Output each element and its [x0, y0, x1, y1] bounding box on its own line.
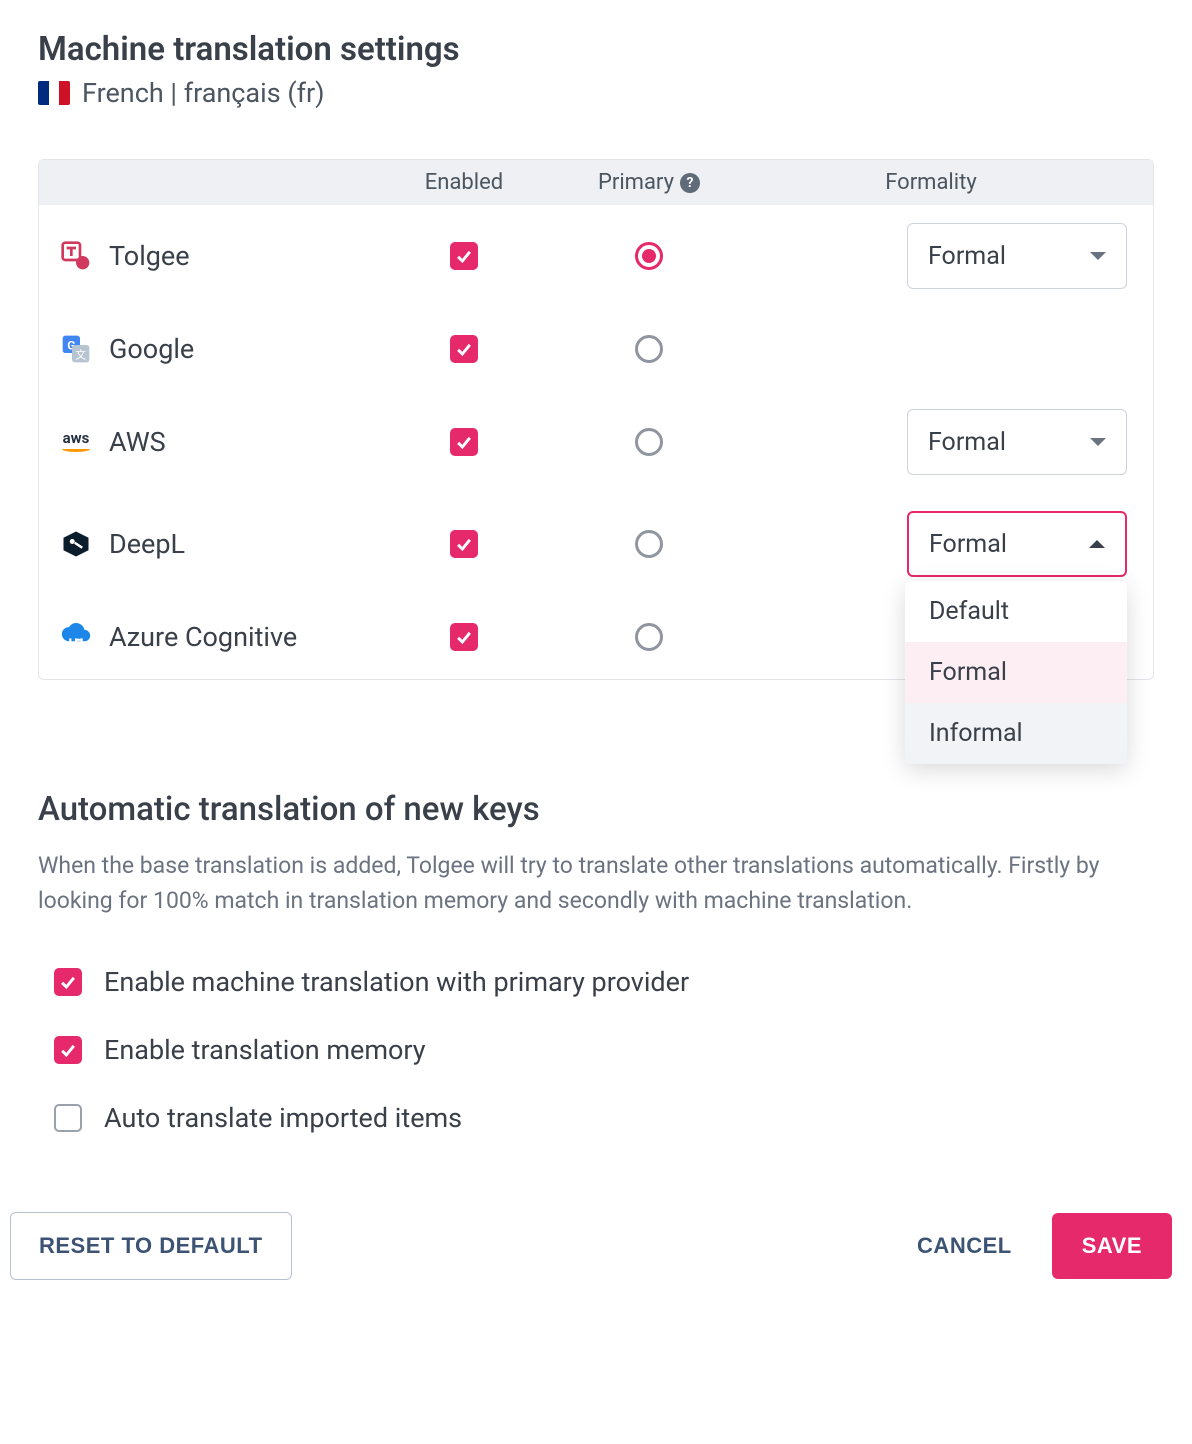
auto-option-checkbox[interactable] [54, 1104, 82, 1132]
formality-select[interactable]: Formal [907, 511, 1127, 577]
enabled-checkbox[interactable] [450, 242, 478, 270]
primary-radio[interactable] [635, 623, 663, 651]
auto-option-checkbox[interactable] [54, 1036, 82, 1064]
chevron-down-icon [1090, 252, 1106, 260]
enabled-checkbox[interactable] [450, 530, 478, 558]
auto-option-row: Auto translate imported items [54, 1084, 1154, 1152]
formality-option[interactable]: Formal [905, 642, 1127, 703]
column-formality: Formality [749, 170, 1133, 195]
provider-name: Tolgee [109, 240, 190, 272]
formality-select[interactable]: Formal [907, 223, 1127, 289]
language-label: French | français (fr) [82, 77, 325, 109]
svg-text:文: 文 [75, 348, 86, 361]
provider-name: AWS [109, 426, 166, 458]
column-primary-label: Primary [598, 170, 674, 195]
formality-value: Formal [928, 428, 1006, 457]
aws-icon: aws [59, 425, 93, 459]
auto-option-row: Enable machine translation with primary … [54, 948, 1154, 1016]
auto-option-label: Enable machine translation with primary … [104, 966, 689, 998]
column-enabled: Enabled [379, 170, 549, 195]
table-row: aws AWS Formal [39, 391, 1153, 493]
page-title: Machine translation settings [38, 30, 1182, 69]
column-primary: Primary ? [549, 170, 749, 195]
help-icon[interactable]: ? [680, 173, 700, 193]
tolgee-icon [59, 239, 93, 273]
save-button[interactable]: SAVE [1052, 1213, 1172, 1279]
auto-section-description: When the base translation is added, Tolg… [38, 849, 1154, 918]
provider-name: Google [109, 333, 194, 365]
auto-option-label: Enable translation memory [104, 1034, 426, 1066]
language-subtitle: French | français (fr) [38, 77, 1182, 109]
cancel-button[interactable]: CANCEL [907, 1221, 1022, 1271]
formality-select[interactable]: Formal [907, 409, 1127, 475]
primary-radio[interactable] [635, 530, 663, 558]
chevron-up-icon [1089, 540, 1105, 548]
auto-section-title: Automatic translation of new keys [38, 790, 1154, 829]
formality-dropdown-menu: DefaultFormalInformal [905, 581, 1127, 764]
primary-radio[interactable] [635, 242, 663, 270]
enabled-checkbox[interactable] [450, 428, 478, 456]
chevron-down-icon [1090, 438, 1106, 446]
auto-option-checkbox[interactable] [54, 968, 82, 996]
flag-icon [38, 81, 70, 105]
table-row: G文 Google [39, 307, 1153, 391]
footer-actions: RESET TO DEFAULT CANCEL SAVE [10, 1212, 1182, 1280]
reset-to-default-button[interactable]: RESET TO DEFAULT [10, 1212, 292, 1280]
formality-value: Formal [928, 242, 1006, 271]
deepl-icon [59, 527, 93, 561]
formality-option[interactable]: Default [905, 581, 1127, 642]
table-header: Enabled Primary ? Formality [39, 160, 1153, 205]
table-row: DeepLFormalDefaultFormalInformal [39, 493, 1153, 595]
table-row: Tolgee Formal [39, 205, 1153, 307]
primary-radio[interactable] [635, 428, 663, 456]
enabled-checkbox[interactable] [450, 623, 478, 651]
provider-name: DeepL [109, 528, 185, 560]
provider-name: Azure Cognitive [109, 621, 297, 653]
enabled-checkbox[interactable] [450, 335, 478, 363]
primary-radio[interactable] [635, 335, 663, 363]
google-icon: G文 [59, 332, 93, 366]
providers-table: Enabled Primary ? Formality Tolgee Formal… [38, 159, 1154, 680]
formality-value: Formal [929, 530, 1007, 559]
formality-option[interactable]: Informal [905, 703, 1127, 764]
auto-option-label: Auto translate imported items [104, 1102, 462, 1134]
auto-option-row: Enable translation memory [54, 1016, 1154, 1084]
azure-icon [59, 620, 93, 654]
